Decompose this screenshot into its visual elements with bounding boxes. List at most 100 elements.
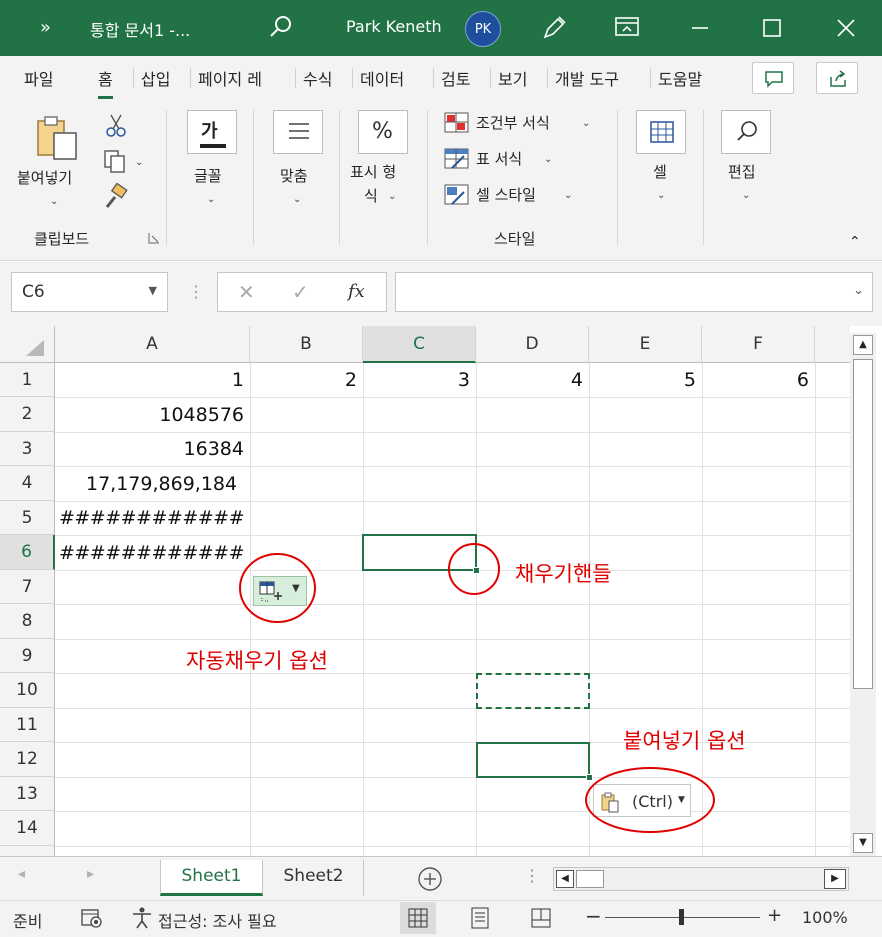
pasted-cell-d12[interactable] (476, 742, 590, 778)
maximize-icon[interactable] (762, 18, 782, 38)
formula-input[interactable]: ⌄ (395, 272, 873, 312)
cell-e1[interactable]: 5 (684, 369, 696, 391)
share-button[interactable] (816, 62, 858, 94)
enter-icon[interactable]: ✓ (292, 280, 309, 304)
font-label[interactable]: 글꼴 (194, 166, 222, 186)
horizontal-scroll-thumb[interactable] (576, 870, 604, 888)
minimize-icon[interactable] (690, 26, 710, 30)
row-header-9[interactable]: 9 (0, 639, 55, 673)
column-header-f[interactable]: F (702, 326, 815, 363)
tab-file[interactable]: 파일 (24, 66, 53, 90)
row-header-12[interactable]: 12 (0, 742, 55, 777)
tab-review[interactable]: 검토 (441, 66, 470, 90)
alignment-button[interactable] (273, 110, 323, 154)
column-header-d[interactable]: D (476, 326, 589, 363)
row-header-1[interactable]: 1 (0, 363, 55, 397)
avatar[interactable]: PK (465, 11, 501, 47)
cancel-icon[interactable]: ✕ (238, 280, 255, 304)
column-header-c[interactable]: C (363, 326, 476, 363)
format-table-dropdown-icon[interactable]: ⌄ (544, 150, 552, 170)
sheet-tab-sheet1[interactable]: Sheet1 (160, 860, 263, 896)
scroll-right-button[interactable]: ▶ (824, 869, 846, 889)
tab-split-grip-icon[interactable]: ⋮ (524, 866, 540, 885)
row-header-2[interactable]: 2 (0, 397, 55, 432)
page-layout-view-icon[interactable] (470, 907, 490, 929)
cell-style-label[interactable]: 셀 스타일 (476, 185, 536, 205)
row-header-6[interactable]: 6 (0, 535, 55, 570)
fill-handle-d12[interactable] (586, 774, 593, 781)
expand-formula-icon[interactable]: ⌄ (853, 283, 864, 298)
copy-icon[interactable] (101, 148, 127, 174)
tab-page-layout[interactable]: 페이지 레 (198, 66, 262, 90)
prev-sheet-icon[interactable]: ◂ (18, 866, 25, 882)
zoom-slider-thumb[interactable] (679, 909, 684, 925)
tab-developer[interactable]: 개발 도구 (555, 66, 619, 90)
accessibility-status[interactable]: 접근성: 조사 필요 (158, 908, 277, 932)
conditional-dropdown-icon[interactable]: ⌄ (582, 114, 590, 134)
horizontal-scrollbar[interactable]: ◀ (553, 867, 849, 891)
paste-icon[interactable] (34, 113, 82, 163)
cell-a1[interactable]: 1 (232, 369, 244, 391)
name-box[interactable]: C6 ▼ (11, 272, 168, 312)
tab-view[interactable]: 보기 (498, 66, 527, 90)
paste-label[interactable]: 붙여넣기 (17, 168, 72, 188)
dialog-launcher-icon[interactable] (148, 232, 160, 244)
name-box-dropdown-icon[interactable]: ▼ (149, 284, 157, 297)
cells-label[interactable]: 셀 (653, 162, 667, 182)
scroll-up-button[interactable]: ▲ (853, 335, 873, 355)
cell-a2[interactable]: 1048576 (159, 404, 244, 426)
cell-style-icon[interactable] (444, 184, 470, 206)
column-header-e[interactable]: E (589, 326, 702, 363)
cell-a3[interactable]: 16384 (184, 438, 244, 460)
ribbon-display-icon[interactable] (614, 16, 640, 38)
vertical-scrollbar[interactable]: ▲ ▼ (850, 333, 876, 856)
vertical-scroll-thumb[interactable] (853, 359, 873, 689)
cell-c1[interactable]: 3 (458, 369, 470, 391)
number-format-label-1[interactable]: 표시 형 (350, 162, 396, 182)
cell-a6[interactable]: ############ (59, 542, 245, 564)
cell-a5[interactable]: ############ (59, 507, 245, 529)
cell-style-dropdown-icon[interactable]: ⌄ (564, 186, 572, 206)
font-dropdown-icon[interactable]: ⌄ (207, 190, 215, 210)
cell-d1[interactable]: 4 (571, 369, 583, 391)
cells-dropdown-icon[interactable]: ⌄ (657, 186, 665, 206)
next-sheet-icon[interactable]: ▸ (87, 866, 94, 882)
row-header-partial[interactable] (0, 846, 55, 856)
user-name[interactable]: Park Keneth (346, 17, 442, 36)
conditional-format-label[interactable]: 조건부 서식 (476, 113, 550, 133)
zoom-out-icon[interactable]: − (585, 904, 602, 928)
row-header-7[interactable]: 7 (0, 570, 55, 604)
row-header-8[interactable]: 8 (0, 604, 55, 639)
cell-f1[interactable]: 6 (797, 369, 809, 391)
column-header-partial[interactable] (815, 326, 850, 363)
number-dropdown-icon[interactable]: ⌄ (388, 187, 396, 207)
insert-function-button[interactable]: fx (348, 281, 365, 302)
number-format-label-2[interactable]: 식 (364, 186, 378, 206)
tab-formulas[interactable]: 수식 (303, 66, 332, 90)
zoom-in-icon[interactable]: + (767, 905, 782, 926)
column-header-a[interactable]: A (55, 326, 250, 363)
accessibility-icon[interactable] (130, 906, 154, 930)
tab-data[interactable]: 데이터 (360, 66, 404, 90)
zoom-level[interactable]: 100% (802, 908, 848, 927)
cells-button[interactable] (636, 110, 686, 154)
cell-a4[interactable]: 17,179,869,184 (86, 473, 237, 495)
scroll-down-button[interactable]: ▼ (853, 833, 873, 853)
format-table-label[interactable]: 표 서식 (476, 149, 522, 169)
paste-dropdown-icon[interactable]: ⌄ (50, 192, 58, 212)
add-sheet-icon[interactable] (417, 866, 443, 892)
tab-help[interactable]: 도움말 (658, 66, 702, 90)
row-header-14[interactable]: 14 (0, 811, 55, 846)
search-icon[interactable] (268, 14, 294, 40)
sheet-tab-sheet2[interactable]: Sheet2 (264, 860, 364, 896)
editing-dropdown-icon[interactable]: ⌄ (742, 186, 750, 206)
conditional-format-icon[interactable] (444, 112, 470, 134)
format-painter-icon[interactable] (101, 183, 129, 211)
row-header-5[interactable]: 5 (0, 501, 55, 535)
scroll-left-button[interactable]: ◀ (556, 870, 574, 888)
row-header-13[interactable]: 13 (0, 777, 55, 811)
cut-icon[interactable] (103, 112, 129, 138)
macro-record-icon[interactable] (80, 907, 104, 929)
close-icon[interactable] (836, 18, 856, 38)
format-table-icon[interactable] (444, 148, 470, 170)
